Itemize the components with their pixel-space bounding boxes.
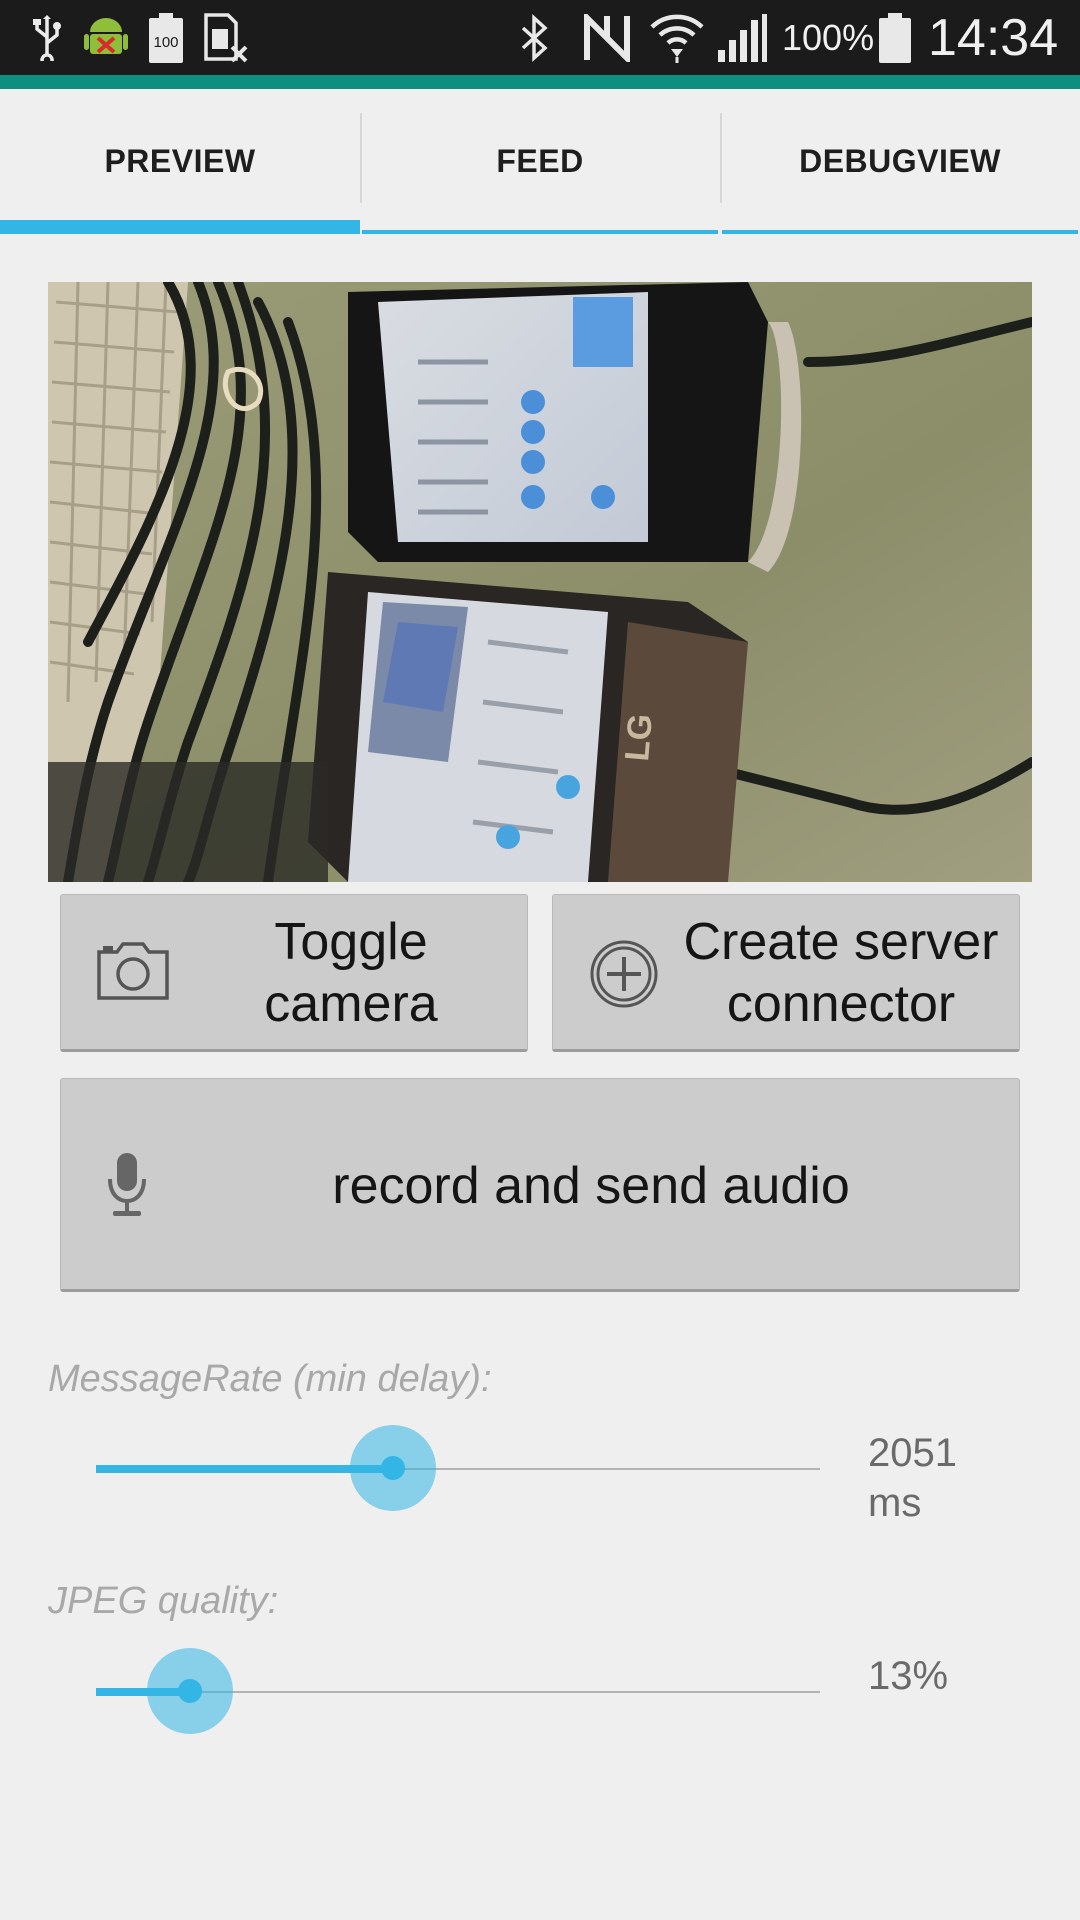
- record-and-send-audio-button[interactable]: record and send audio: [60, 1078, 1020, 1292]
- create-server-connector-button[interactable]: Create server connector: [552, 894, 1020, 1052]
- tab-preview-label: PREVIEW: [104, 143, 256, 179]
- jpeg-quality-label: JPEG quality:: [48, 1580, 279, 1622]
- create-server-connector-label: Create server connector: [683, 913, 999, 1033]
- tab-debugview[interactable]: DEBUGVIEW: [720, 89, 1080, 234]
- signal-icon: [716, 12, 768, 64]
- battery-100-icon: 100: [148, 12, 184, 64]
- wifi-icon: [650, 12, 704, 64]
- tab-feed-label: FEED: [496, 143, 584, 179]
- sim-card-off-icon: [204, 12, 248, 64]
- clock: 14:34: [928, 8, 1059, 67]
- tab-bar: PREVIEW FEED DEBUGVIEW: [0, 89, 1080, 234]
- message-rate-label: MessageRate (min delay):: [48, 1358, 492, 1400]
- add-circle-icon: [589, 939, 659, 1009]
- microphone-icon: [107, 1151, 147, 1219]
- nfc-icon: [583, 12, 631, 64]
- tab-underline: [722, 230, 1078, 234]
- action-bar-strip: [0, 75, 1080, 89]
- jpeg-quality-slider-thumb[interactable]: [147, 1648, 234, 1734]
- svg-text:100: 100: [153, 34, 178, 51]
- battery-icon: [878, 12, 912, 64]
- status-bar: 100 100% 14:34: [0, 0, 1080, 75]
- camera-preview[interactable]: LG: [48, 282, 1032, 882]
- usb-icon: [30, 12, 64, 64]
- toggle-camera-button[interactable]: Toggle camera: [60, 894, 528, 1052]
- record-and-send-audio-label: record and send audio: [332, 1157, 850, 1215]
- message-rate-slider-thumb[interactable]: [349, 1425, 436, 1511]
- message-rate-slider[interactable]: [96, 1425, 820, 1511]
- phone-logo: LG: [618, 712, 660, 762]
- tab-underline: [362, 230, 718, 234]
- bluetooth-icon: [516, 12, 552, 64]
- battery-percent: 100%: [782, 16, 875, 58]
- message-rate-value: 2051 ms: [868, 1431, 957, 1525]
- toggle-camera-label: Toggle camera: [264, 913, 438, 1033]
- camera-preview-image: LG: [48, 282, 1032, 882]
- camera-icon: [95, 940, 171, 1002]
- tab-debugview-label: DEBUGVIEW: [799, 143, 1001, 179]
- message-rate-slider-fill: [96, 1465, 393, 1473]
- tab-feed[interactable]: FEED: [360, 89, 720, 234]
- jpeg-quality-slider[interactable]: [96, 1648, 820, 1734]
- jpeg-quality-value: 13%: [868, 1654, 949, 1698]
- tab-indicator: [0, 220, 360, 234]
- android-debug-icon: [84, 12, 128, 64]
- tab-preview[interactable]: PREVIEW: [0, 89, 360, 234]
